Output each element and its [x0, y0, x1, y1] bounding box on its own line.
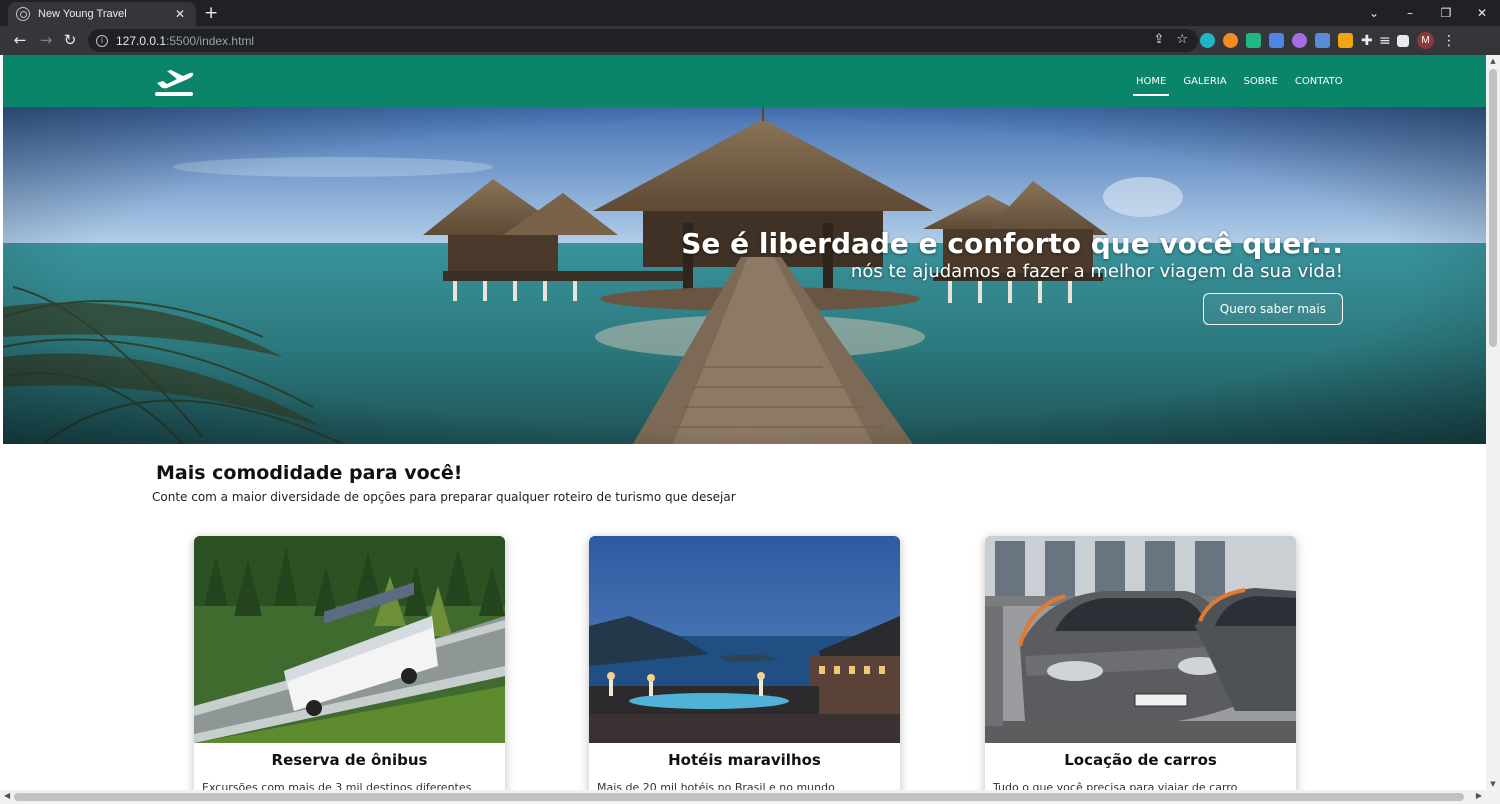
address-bar[interactable]: i 127.0.0.1:5500/index.html ⇪ ☆ [88, 29, 1198, 52]
extension-icon[interactable] [1338, 33, 1353, 48]
learn-more-button[interactable]: Quero saber mais [1202, 293, 1343, 325]
bus-image [194, 536, 505, 743]
back-arrow-icon[interactable]: ← [10, 30, 30, 50]
menu-kebab-icon[interactable]: ⋮ [1442, 33, 1456, 49]
main-nav: HOME GALERIA SOBRE CONTATO [1133, 55, 1346, 107]
section-title: Mais comodidade para você! [156, 462, 463, 484]
section-subtitle: Conte com a maior diversidade de opções … [152, 490, 736, 504]
close-window-button[interactable]: ✕ [1464, 6, 1500, 20]
nav-contato[interactable]: CONTATO [1292, 76, 1346, 87]
new-tab-button[interactable]: + [204, 3, 218, 23]
share-icon[interactable]: ⇪ [1153, 32, 1164, 47]
card-text: Excursões com mais de 3 mil destinos dif… [202, 781, 472, 790]
url-host: 127.0.0.1 [116, 33, 167, 48]
nav-sobre[interactable]: SOBRE [1241, 76, 1281, 87]
scroll-down-arrow-icon[interactable]: ▼ [1489, 780, 1497, 788]
hotel-image [589, 536, 900, 743]
extension-icon[interactable] [1315, 33, 1330, 48]
side-panel-icon[interactable] [1397, 34, 1409, 47]
nav-home[interactable]: HOME [1133, 76, 1170, 96]
hero-text: Se é liberdade e conforto que você quer.… [681, 227, 1343, 325]
restore-button[interactable]: ❐ [1428, 6, 1464, 20]
card-text: Tudo o que você precisa para viajar de c… [993, 781, 1238, 790]
reload-icon[interactable]: ↻ [60, 30, 80, 50]
card-cars[interactable]: Locação de carros Tudo o que você precis… [985, 536, 1296, 790]
card-title: Reserva de ônibus [271, 751, 428, 769]
card-title: Locação de carros [1064, 751, 1217, 769]
extensions-area: ✚ ≡ M ⋮ [1200, 32, 1456, 49]
tab-title: New Young Travel [38, 8, 127, 20]
browser-toolbar: ← → ↻ i 127.0.0.1:5500/index.html ⇪ ☆ ✚ … [0, 26, 1500, 55]
hero-subtitle: nós te ajudamos a fazer a melhor viagem … [850, 261, 1343, 282]
horizontal-scrollbar[interactable]: ◀ ▶ [0, 790, 1500, 804]
hero-title: Se é liberdade e conforto que você quer.… [681, 227, 1343, 260]
close-tab-icon[interactable]: ✕ [172, 7, 188, 21]
vertical-scroll-thumb[interactable] [1489, 69, 1497, 347]
forward-arrow-icon[interactable]: → [36, 30, 56, 50]
extension-icon[interactable] [1223, 33, 1238, 48]
card-bus[interactable]: Reserva de ônibus Excursões com mais de … [194, 536, 505, 790]
profile-avatar[interactable]: M [1417, 32, 1434, 49]
extension-icon[interactable] [1269, 33, 1284, 48]
nav-galeria[interactable]: GALERIA [1180, 76, 1229, 87]
window-controls: ⌄ – ❐ ✕ [1356, 0, 1500, 26]
url-path: :5500/index.html [166, 33, 255, 48]
airplane-logo-icon[interactable] [153, 67, 195, 99]
minimize-button[interactable]: – [1392, 6, 1428, 20]
hero-banner: Se é liberdade e conforto que você quer.… [3, 107, 1486, 444]
site-header: HOME GALERIA SOBRE CONTATO [3, 55, 1486, 107]
card-text: Mais de 20 mil hotéis no Brasil e no mun… [597, 781, 835, 790]
puzzle-icon[interactable]: ✚ [1361, 33, 1373, 49]
tab-search-icon[interactable]: ⌄ [1356, 6, 1392, 20]
page-viewport: HOME GALERIA SOBRE CONTATO Se é liberdad… [3, 55, 1486, 790]
browser-tab[interactable]: New Young Travel ✕ [8, 2, 196, 26]
browser-tab-bar: New Young Travel ✕ + ⌄ – ❐ ✕ [0, 0, 1500, 26]
extension-icon[interactable] [1200, 33, 1215, 48]
reading-list-icon[interactable]: ≡ [1379, 33, 1391, 49]
cars-image [985, 536, 1296, 743]
card-hotel[interactable]: Hotéis maravilhos Mais de 20 mil hotéis … [589, 536, 900, 790]
extension-icon[interactable] [1246, 33, 1261, 48]
card-title: Hotéis maravilhos [668, 751, 821, 769]
site-info-icon[interactable]: i [96, 34, 108, 47]
bookmark-star-icon[interactable]: ☆ [1176, 32, 1188, 47]
horizontal-scroll-thumb[interactable] [14, 793, 1464, 801]
extension-icon[interactable] [1292, 33, 1307, 48]
scroll-left-arrow-icon[interactable]: ◀ [4, 791, 10, 800]
scroll-right-arrow-icon[interactable]: ▶ [1476, 791, 1482, 800]
vertical-scrollbar[interactable]: ▲ ▼ [1486, 55, 1500, 790]
scroll-up-arrow-icon[interactable]: ▲ [1489, 57, 1497, 65]
globe-icon [16, 7, 30, 21]
